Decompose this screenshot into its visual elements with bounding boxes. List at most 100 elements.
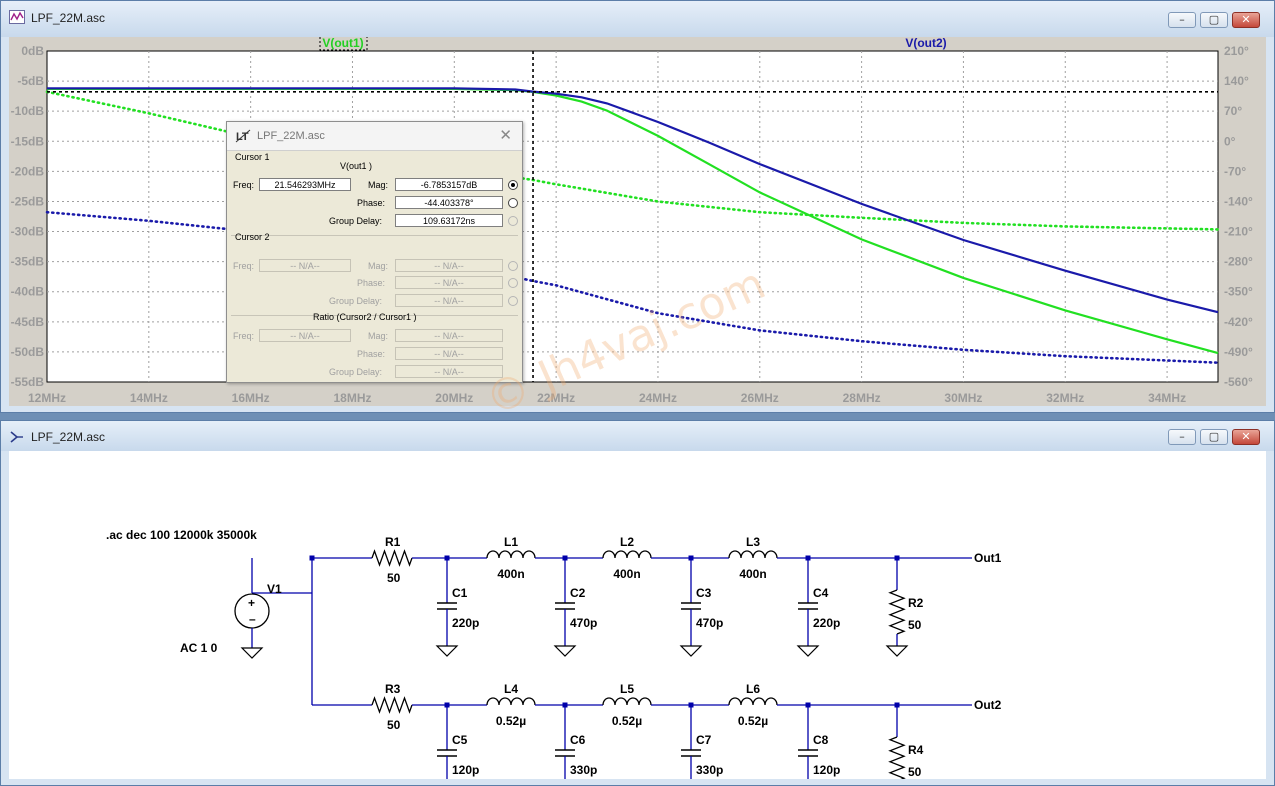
mag2-radio <box>508 261 518 271</box>
schematic-window: LPF_22M.asc – ▢ ✕ .ac dec 100 12000k 350… <box>0 420 1275 786</box>
trace-label-out1: V(out1) <box>322 37 363 50</box>
group-delay-radio[interactable] <box>508 216 518 226</box>
cursor1-trace-label: V(out1 ) <box>340 161 373 171</box>
phase-label: Phase: <box>357 198 386 208</box>
capacitor-name: C4 <box>813 586 829 600</box>
inductor-value: 0.52µ <box>496 714 526 728</box>
freq2-field: -- N/A-- <box>259 259 351 272</box>
inductor-name: L6 <box>746 682 760 696</box>
y2-tick-label: -70° <box>1224 164 1246 178</box>
schematic[interactable]: .ac dec 100 12000k 35000k + – V1 AC 1 0 R1 50 L… <box>9 451 1266 786</box>
group-delay2-field: -- N/A-- <box>395 294 503 307</box>
ground-symbol <box>679 645 703 657</box>
capacitor-name: C6 <box>570 733 586 747</box>
capacitor-name: C1 <box>452 586 468 600</box>
y-tick-label: -35dB <box>11 255 45 269</box>
inductor-value: 400n <box>497 567 524 581</box>
inductor-value: 0.52µ <box>612 714 642 728</box>
y2-tick-label: 140° <box>1224 74 1249 88</box>
ltspice-logo-icon: LT <box>235 128 251 144</box>
x-tick-label: 12MHz <box>28 391 66 405</box>
x-tick-label: 18MHz <box>333 391 371 405</box>
capacitor-value: 220p <box>452 616 479 630</box>
inductor-symbol <box>728 550 778 559</box>
y-tick-label: -55dB <box>11 375 45 389</box>
close-button[interactable]: ✕ <box>1232 429 1260 445</box>
schematic-window-titlebar[interactable]: LPF_22M.asc – ▢ ✕ <box>1 421 1274 451</box>
ground-symbol <box>435 645 459 657</box>
cursor2-divider <box>231 235 518 236</box>
capacitor-name: C5 <box>452 733 468 747</box>
resistor-symbol <box>371 696 413 714</box>
mag-field[interactable]: -6.7853157dB <box>395 178 503 191</box>
inductor-symbol <box>602 550 652 559</box>
mag-radio[interactable] <box>508 180 518 190</box>
mag2-field: -- N/A-- <box>395 259 503 272</box>
group-delay3-label: Group Delay: <box>329 367 383 377</box>
y-tick-label: -20dB <box>11 164 45 178</box>
phase3-field: -- N/A-- <box>395 347 503 360</box>
schematic-canvas[interactable]: .ac dec 100 12000k 35000k + – V1 AC 1 0 R1 50 L… <box>9 451 1266 786</box>
inductor-name: L5 <box>620 682 634 696</box>
plot-area <box>46 50 1219 383</box>
output-net-label: Out2 <box>974 698 1002 712</box>
y2-tick-label: 210° <box>1224 44 1249 58</box>
phase2-label: Phase: <box>357 278 386 288</box>
minimize-button[interactable]: – <box>1168 429 1196 445</box>
cursor-dialog[interactable]: LT LPF_22M.asc ✕ Cursor 1 V(out1 ) Freq:… <box>226 121 523 383</box>
y2-tick-label: 0° <box>1224 134 1236 148</box>
maximize-button[interactable]: ▢ <box>1200 429 1228 445</box>
x-tick-label: 34MHz <box>1148 391 1186 405</box>
phase-field[interactable]: -44.403378° <box>395 196 503 209</box>
group-delay-field[interactable]: 109.63172ns <box>395 214 503 227</box>
y2-tick-label: -350° <box>1224 285 1253 299</box>
y-tick-label: -45dB <box>11 315 45 329</box>
resistor-name: R3 <box>385 682 401 696</box>
source-value: AC 1 0 <box>180 641 218 655</box>
cursor-dialog-title: LPF_22M.asc <box>257 130 325 142</box>
cursor1-group-label: Cursor 1 <box>235 152 270 162</box>
capacitor-name: C2 <box>570 586 586 600</box>
plot-window-titlebar[interactable]: LPF_22M.asc – ▢ ✕ <box>1 1 1274 37</box>
source-plus: + <box>248 596 255 610</box>
x-tick-label: 30MHz <box>944 391 982 405</box>
x-tick-label: 14MHz <box>130 391 168 405</box>
y2-tick-label: -490° <box>1224 345 1253 359</box>
mag2-label: Mag: <box>368 261 389 271</box>
y2-tick-label: -420° <box>1224 315 1253 329</box>
load-resistor-name: R2 <box>908 596 924 610</box>
ratio-group-label: Ratio (Cursor2 / Cursor1 ) <box>313 312 417 322</box>
close-icon[interactable]: ✕ <box>499 126 512 144</box>
inductor-name: L3 <box>746 535 760 549</box>
resistor-symbol <box>888 736 906 782</box>
phase-radio[interactable] <box>508 198 518 208</box>
ground-symbol <box>240 647 264 659</box>
capacitor-value: 330p <box>696 763 723 777</box>
x-tick-label: 28MHz <box>843 391 881 405</box>
resistor-name: R1 <box>385 535 401 549</box>
y-tick-label: -5dB <box>17 74 44 88</box>
y-tick-label: -50dB <box>11 345 45 359</box>
schematic-app-icon <box>10 431 23 443</box>
cursor2-group-label: Cursor 2 <box>235 232 270 242</box>
trace-label-out2: V(out2) <box>905 37 946 50</box>
resistor-symbol <box>888 589 906 635</box>
cursor-dialog-titlebar[interactable]: LT LPF_22M.asc ✕ <box>227 122 522 151</box>
bode-plot[interactable]: 0dB 210° -5dB 140° -10dB 70° -15dB 0° -20dB -70° -… <box>9 34 1268 407</box>
freq-field[interactable]: 21.546293MHz <box>259 178 351 191</box>
freq2-label: Freq: <box>233 261 255 271</box>
group-delay2-radio <box>508 296 518 306</box>
minimize-button[interactable]: – <box>1168 12 1196 28</box>
y-tick-label: 0dB <box>21 44 44 58</box>
y-tick-label: -40dB <box>11 285 45 299</box>
x-tick-label: 22MHz <box>537 391 575 405</box>
close-button[interactable]: ✕ <box>1232 12 1260 28</box>
load-resistor-value: 50 <box>908 618 922 632</box>
plot-canvas[interactable]: 0dB 210° -5dB 140° -10dB 70° -15dB 0° -20dB -70° -… <box>9 34 1268 407</box>
inductor-value: 0.52µ <box>738 714 768 728</box>
maximize-button[interactable]: ▢ <box>1200 12 1228 28</box>
group-delay2-label: Group Delay: <box>329 296 383 306</box>
load-resistor-name: R4 <box>908 743 924 757</box>
mag-label: Mag: <box>368 180 389 190</box>
inductor-value: 400n <box>613 567 640 581</box>
